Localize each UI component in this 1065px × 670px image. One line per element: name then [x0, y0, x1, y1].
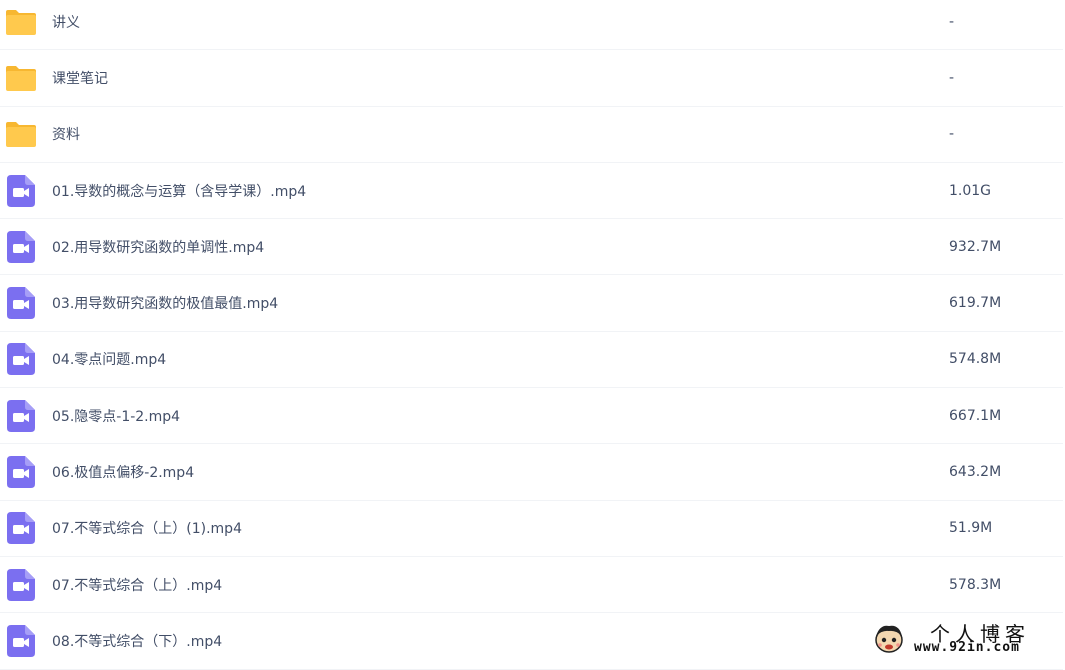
file-row[interactable]: 02.用导数研究函数的单调性.mp4 932.7M: [0, 219, 1063, 276]
video-file-icon: [5, 174, 37, 207]
watermark: 个人博客 www.92in.com: [868, 618, 1065, 660]
file-size: 578.3M: [949, 576, 1002, 593]
file-size: 932.7M: [949, 238, 1002, 255]
file-name: 08.不等式综合（下）.mp4: [52, 633, 223, 650]
folder-icon: [5, 118, 37, 150]
folder-icon: [5, 62, 37, 94]
file-size: 619.7M: [949, 295, 1002, 312]
file-size: -: [949, 69, 955, 86]
video-file-icon: [5, 399, 37, 432]
file-size: 643.2M: [949, 464, 1002, 481]
file-row[interactable]: 资料 -: [0, 107, 1063, 163]
file-size: 667.1M: [949, 407, 1002, 424]
file-name: 05.隐零点-1-2.mp4: [52, 408, 181, 425]
file-size: -: [949, 13, 955, 30]
mascot-icon: [872, 622, 906, 656]
file-size: 51.9M: [949, 520, 993, 537]
file-name: 03.用导数研究函数的极值最值.mp4: [52, 296, 279, 313]
file-size: 574.8M: [949, 351, 1002, 368]
file-row[interactable]: 讲义 -: [0, 0, 1063, 51]
video-file-icon: [5, 287, 37, 320]
folder-icon: [5, 6, 37, 38]
file-row[interactable]: 07.不等式综合（上）.mp4 578.3M: [0, 557, 1063, 614]
video-file-icon: [5, 568, 37, 601]
video-file-icon: [5, 230, 37, 263]
file-row[interactable]: 07.不等式综合（上）(1).mp4 51.9M: [0, 501, 1063, 557]
file-name: 04.零点问题.mp4: [52, 352, 167, 369]
file-row[interactable]: 06.极值点偏移-2.mp4 643.2M: [0, 444, 1063, 501]
file-name: 06.极值点偏移-2.mp4: [52, 465, 195, 482]
video-file-icon: [5, 512, 37, 545]
file-list: 讲义 - 课堂笔记 - 资料 - 01.导数的概念与运算（含导学课）.mp4 1…: [0, 0, 1063, 670]
file-size: 1.01G: [949, 182, 992, 199]
file-name: 资料: [52, 127, 80, 144]
video-file-icon: [5, 456, 37, 489]
file-row[interactable]: 05.隐零点-1-2.mp4 667.1M: [0, 388, 1063, 445]
watermark-url: www.92in.com: [914, 640, 1020, 655]
file-row[interactable]: 03.用导数研究函数的极值最值.mp4 619.7M: [0, 275, 1063, 332]
file-name: 02.用导数研究函数的单调性.mp4: [52, 239, 265, 256]
file-size: -: [949, 126, 955, 143]
file-name: 07.不等式综合（上）(1).mp4: [52, 521, 242, 538]
file-name: 课堂笔记: [52, 70, 108, 87]
file-row[interactable]: 课堂笔记 -: [0, 50, 1063, 107]
file-name: 讲义: [52, 14, 80, 31]
file-row[interactable]: 04.零点问题.mp4 574.8M: [0, 332, 1063, 389]
video-file-icon: [5, 343, 37, 376]
file-name: 07.不等式综合（上）.mp4: [52, 577, 223, 594]
video-file-icon: [5, 624, 37, 657]
file-row[interactable]: 01.导数的概念与运算（含导学课）.mp4 1.01G: [0, 163, 1063, 220]
file-name: 01.导数的概念与运算（含导学课）.mp4: [52, 183, 307, 200]
